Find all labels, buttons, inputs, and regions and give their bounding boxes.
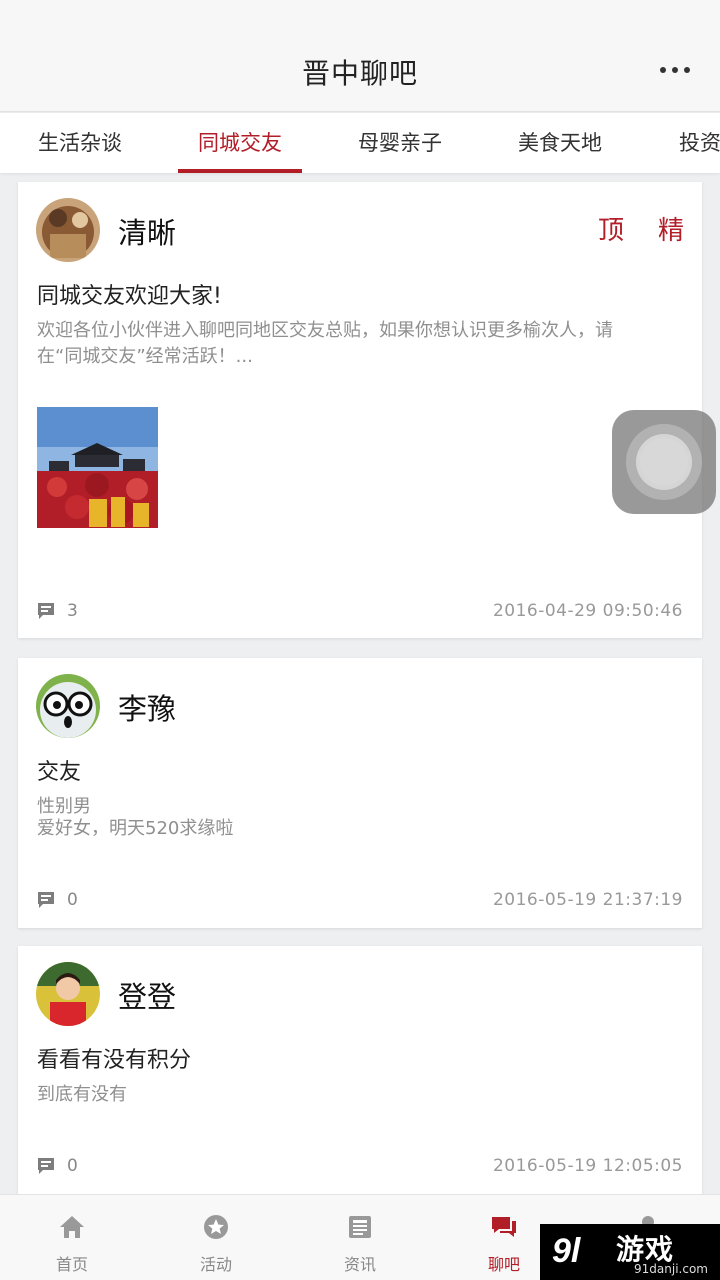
post-timestamp: 2016-04-29 09:50:46 <box>492 601 683 621</box>
avatar[interactable] <box>36 962 100 1026</box>
post-title: 同城交友欢迎大家! <box>37 284 222 309</box>
watermark-site: 91danji.com <box>634 1262 708 1276</box>
post-card[interactable]: 李豫 交友 性别男 爱好女，明天520求缘啦 0 2016-05-19 21:3… <box>18 658 702 928</box>
nav-activity[interactable]: 活动 <box>144 1195 288 1280</box>
tab-food[interactable]: 美食天地 <box>498 113 622 173</box>
nav-home[interactable]: 首页 <box>0 1195 144 1280</box>
post-excerpt: 到底有没有 <box>37 1084 127 1105</box>
author-name: 登登 <box>118 980 177 1014</box>
tab-investment[interactable]: 投资 <box>658 113 720 173</box>
ring-decoration <box>640 438 688 486</box>
chat-icon <box>492 1217 516 1237</box>
post-title: 交友 <box>37 760 82 785</box>
dot-icon <box>684 67 690 73</box>
nav-label: 首页 <box>55 1255 88 1274</box>
nav-label: 资讯 <box>343 1255 376 1274</box>
post-card[interactable]: 清晰 顶 精 同城交友欢迎大家! 欢迎各位小伙伴进入聊吧同地区交友总贴，如果你想… <box>18 182 702 638</box>
nav-label: 活动 <box>199 1255 232 1274</box>
comment-count: 0 <box>67 1156 78 1176</box>
post-card[interactable]: 登登 看看有没有积分 到底有没有 0 2016-05-19 12:05:05 <box>18 946 702 1196</box>
pinned-badge: 顶 <box>598 216 625 246</box>
post-image[interactable] <box>37 407 158 528</box>
news-icon <box>349 1216 371 1238</box>
nav-news[interactable]: 资讯 <box>288 1195 432 1280</box>
author-name: 李豫 <box>118 692 177 726</box>
site-watermark: 9l 游戏 91danji.com <box>540 1224 720 1280</box>
dot-icon <box>672 67 678 73</box>
dot-icon <box>660 67 666 73</box>
page-title: 晋中聊吧 <box>301 57 418 90</box>
excerpt-line: 爱好女，明天520求缘啦 <box>37 818 234 839</box>
comment-count: 3 <box>67 601 78 621</box>
comment-icon <box>38 603 54 619</box>
post-excerpt: 欢迎各位小伙伴进入聊吧同地区交友总贴，如果你想认识更多榆次人，请在“同城交友”经… <box>37 320 613 367</box>
post-footer: 0 2016-05-19 12:05:05 <box>37 1154 683 1178</box>
category-tabs: 生活杂谈 同城交友 母婴亲子 美食天地 投资 <box>0 113 720 173</box>
assistive-touch-button[interactable] <box>612 410 716 514</box>
home-icon <box>60 1216 84 1238</box>
star-icon <box>204 1215 228 1239</box>
featured-badge: 精 <box>658 216 685 246</box>
post-footer: 0 2016-05-19 21:37:19 <box>37 888 683 912</box>
avatar[interactable] <box>36 198 100 262</box>
comment-count: 0 <box>67 890 78 910</box>
post-excerpt: 性别男 爱好女，明天520求缘啦 <box>37 794 657 842</box>
post-timestamp: 2016-05-19 21:37:19 <box>492 890 683 910</box>
watermark-logo-icon: 9l <box>552 1232 582 1270</box>
tab-parenting[interactable]: 母婴亲子 <box>338 113 462 173</box>
comment-icon <box>38 892 54 908</box>
comment-icon <box>38 1158 54 1174</box>
avatar[interactable] <box>36 674 100 738</box>
watermark-number: 9l <box>552 1232 582 1270</box>
more-options-button[interactable] <box>660 60 690 80</box>
post-title: 看看有没有积分 <box>37 1048 192 1073</box>
post-footer: 3 2016-04-29 09:50:46 <box>37 599 683 623</box>
post-timestamp: 2016-05-19 12:05:05 <box>492 1156 683 1176</box>
app-header: 晋中聊吧 <box>0 0 720 112</box>
tab-chitchat[interactable]: 生活杂谈 <box>18 113 142 173</box>
author-name: 清晰 <box>118 216 177 250</box>
tab-local-friends[interactable]: 同城交友 <box>178 113 302 173</box>
